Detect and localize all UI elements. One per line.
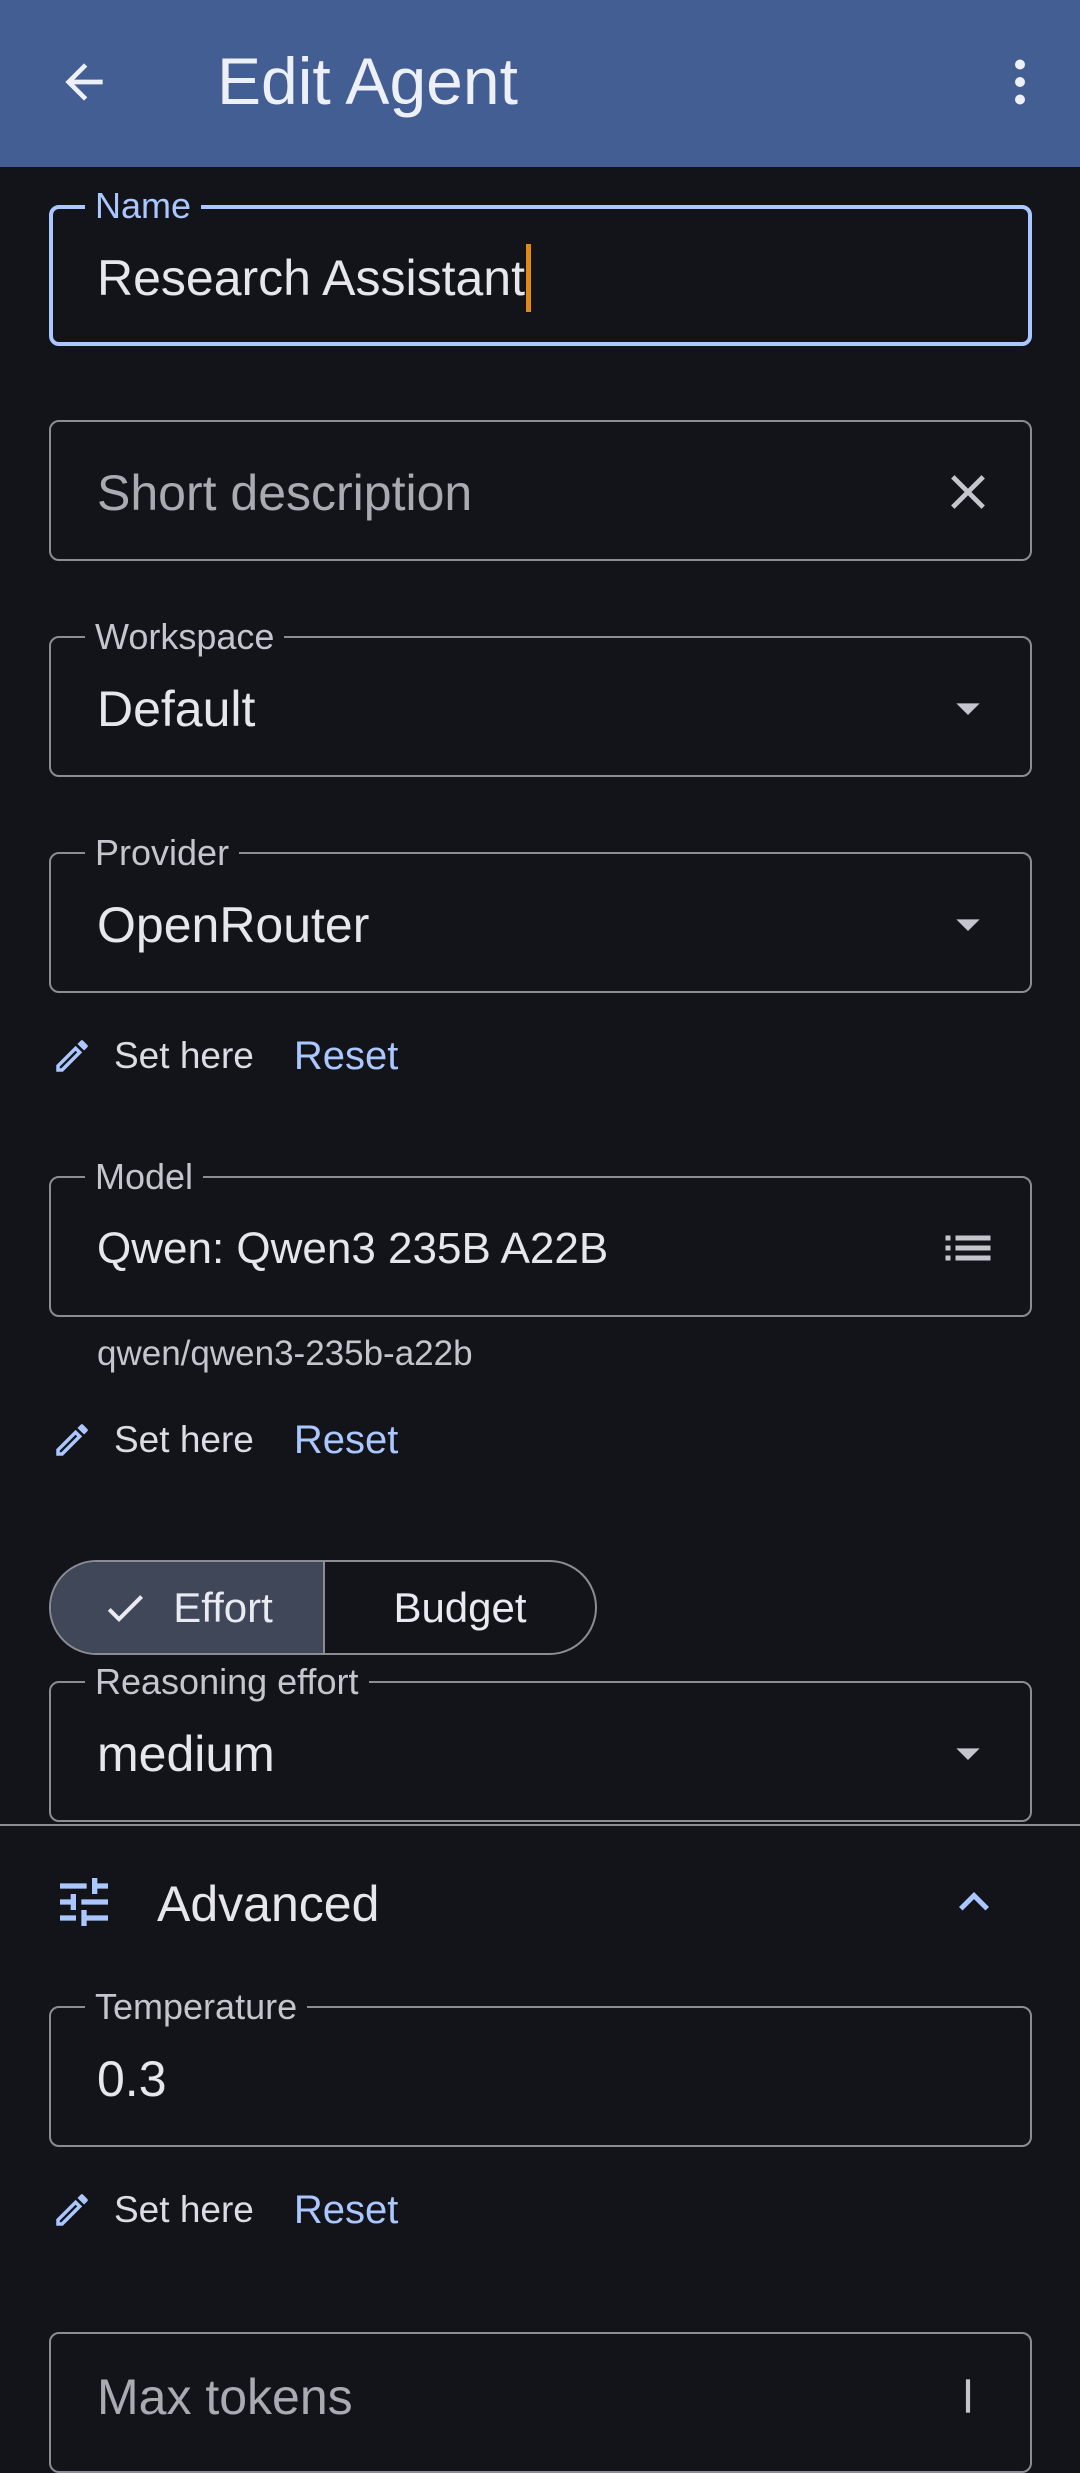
section-divider [0, 1824, 1080, 1826]
workspace-dropdown[interactable]: Workspace Default [49, 617, 1032, 777]
max-tokens-field[interactable]: Max tokens [49, 2332, 1032, 2473]
provider-label: Provider [85, 833, 240, 873]
edit-icon [50, 1418, 94, 1462]
reasoning-effort-value: medium [97, 1726, 275, 1782]
provider-reset-button[interactable]: Reset [294, 1034, 399, 1079]
clear-description-button[interactable] [936, 460, 1000, 524]
more-options-button[interactable] [984, 46, 1056, 118]
tune-icon [60, 1878, 108, 1926]
arrow-drop-down-icon [956, 1748, 980, 1760]
workspace-label: Workspace [85, 617, 285, 657]
text-caret [525, 243, 531, 312]
arrow-drop-down-icon [956, 919, 980, 931]
model-label: Model [85, 1157, 204, 1197]
advanced-label: Advanced [157, 1876, 380, 1932]
chevron-up-icon[interactable] [944, 1872, 1004, 1932]
model-set-here: Set here [114, 1419, 254, 1460]
clear-icon [965, 2379, 971, 2413]
model-override-row: Set here Reset [50, 1410, 398, 1470]
temperature-reset-button[interactable]: Reset [294, 2188, 399, 2233]
max-tokens-label: Max tokens [97, 2369, 353, 2425]
workspace-dropdown-arrow[interactable] [936, 676, 1000, 740]
budget-segment[interactable]: Budget [325, 1562, 595, 1653]
max-tokens-trailing[interactable] [936, 2364, 1000, 2428]
app-bar: Edit Agent [0, 0, 1080, 167]
provider-override-row: Set here Reset [50, 1026, 398, 1086]
provider-dropdown-arrow[interactable] [936, 892, 1000, 956]
temperature-value: 0.3 [97, 2051, 167, 2107]
reasoning-dropdown-arrow[interactable] [936, 1721, 1000, 1785]
model-reset-button[interactable]: Reset [294, 1418, 399, 1463]
check-icon [101, 1584, 149, 1632]
effort-segment[interactable]: Effort [51, 1562, 325, 1653]
description-placeholder: Short description [97, 465, 473, 521]
model-field[interactable]: Model Qwen: Qwen3 235B A22B [49, 1157, 1032, 1317]
provider-set-here: Set here [114, 1035, 254, 1076]
page-title: Edit Agent [217, 44, 518, 118]
temperature-override-row: Set here Reset [50, 2180, 398, 2240]
back-button[interactable] [48, 46, 120, 118]
name-value[interactable]: Research Assistant [97, 243, 531, 312]
temperature-field[interactable]: Temperature 0.3 [49, 1987, 1032, 2147]
budget-label: Budget [393, 1583, 527, 1631]
advanced-section-header[interactable]: Advanced [0, 1850, 1080, 1950]
name-label: Name [85, 186, 202, 226]
list-icon [945, 1235, 991, 1261]
model-value: Qwen: Qwen3 235B A22B [97, 1224, 609, 1273]
arrow-back-icon [65, 63, 103, 101]
reasoning-effort-label: Reasoning effort [85, 1662, 369, 1702]
edit-icon [50, 2188, 94, 2232]
temperature-label: Temperature [85, 1987, 308, 2027]
reasoning-effort-dropdown[interactable]: Reasoning effort medium [49, 1662, 1032, 1822]
workspace-value: Default [97, 681, 256, 737]
provider-dropdown[interactable]: Provider OpenRouter [49, 833, 1032, 993]
reasoning-mode-toggle: Effort Budget [49, 1560, 597, 1655]
provider-value: OpenRouter [97, 897, 370, 953]
arrow-drop-down-icon [956, 703, 980, 715]
more-vert-icon [1015, 59, 1025, 105]
model-picker-button[interactable] [936, 1216, 1000, 1280]
edit-icon [50, 1034, 94, 1078]
close-icon [951, 475, 985, 509]
name-field[interactable]: Name Research Assistant [49, 186, 1032, 346]
description-field[interactable]: Short description [49, 420, 1032, 561]
model-helper-text: qwen/qwen3-235b-a22b [97, 1334, 473, 1373]
temperature-set-here: Set here [114, 2189, 254, 2230]
effort-label: Effort [173, 1583, 273, 1631]
